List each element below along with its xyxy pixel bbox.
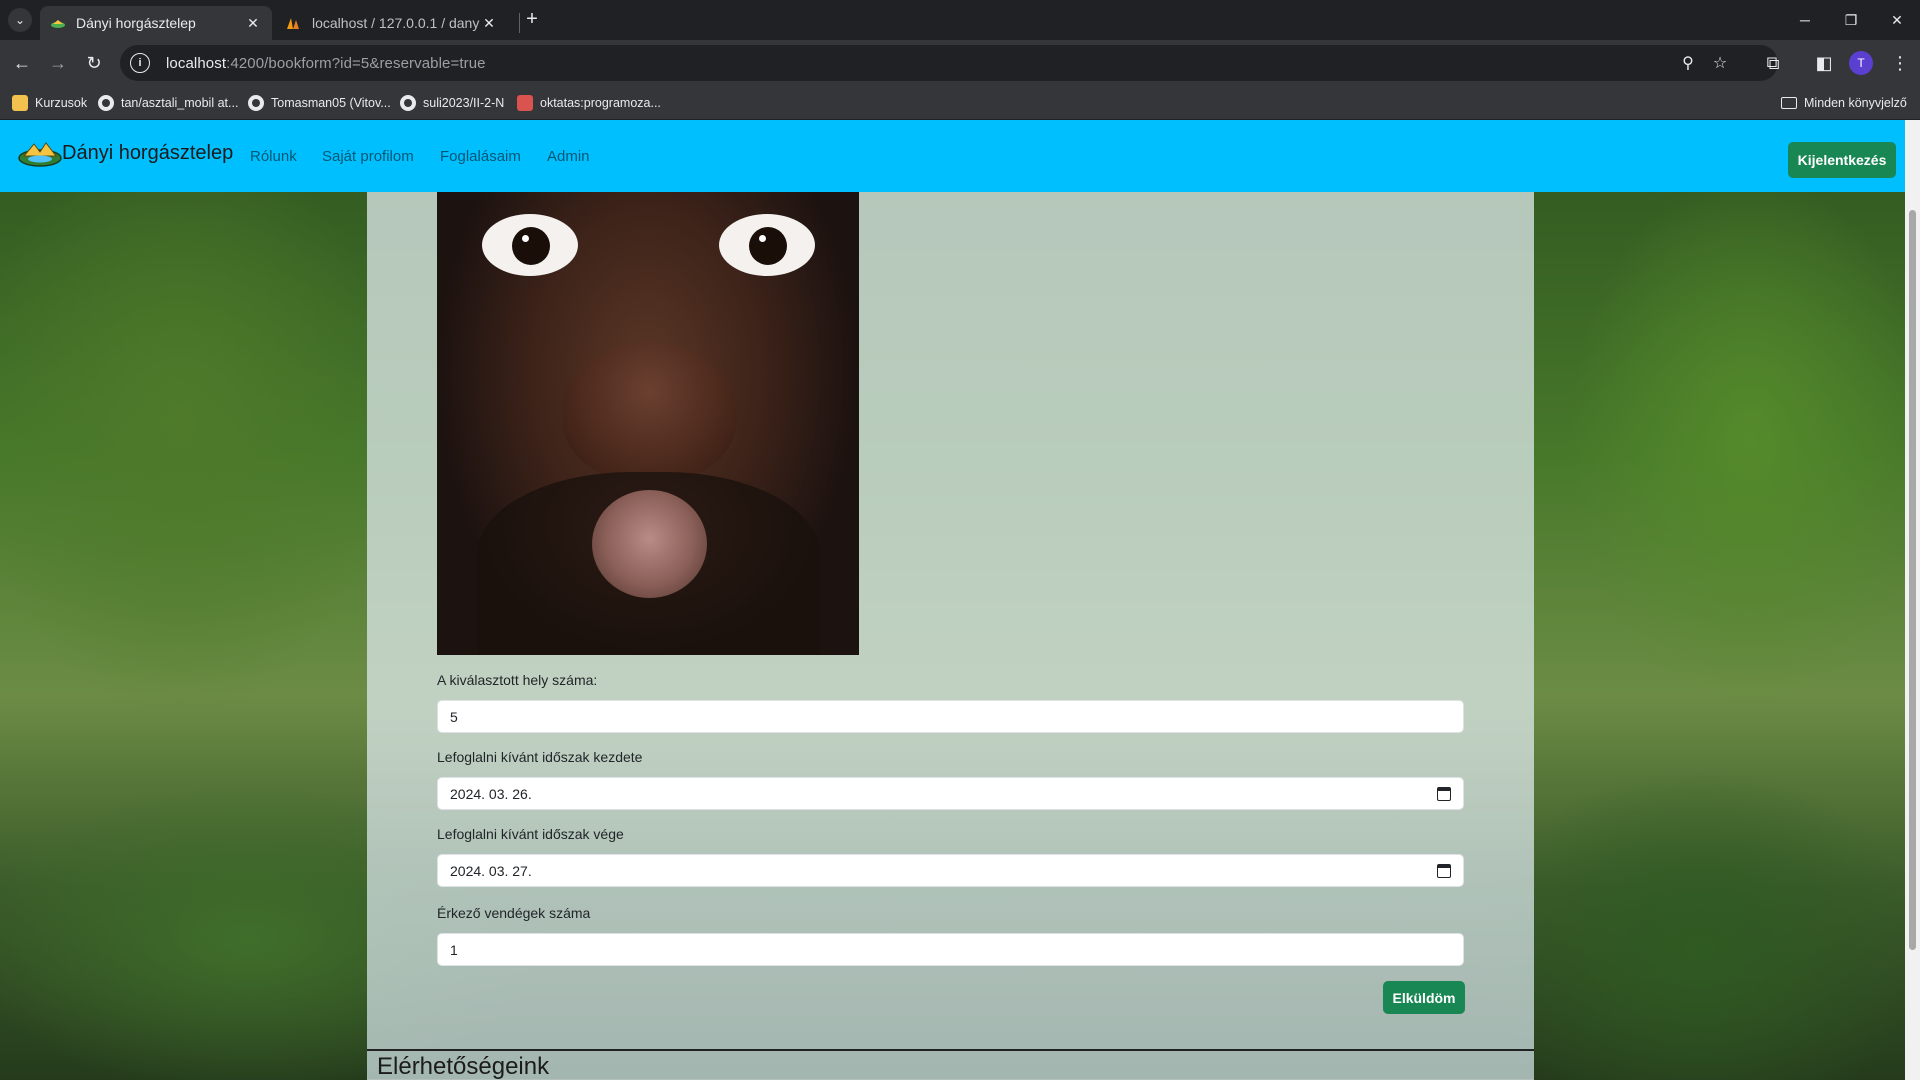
- minimize-icon[interactable]: ─: [1782, 0, 1828, 40]
- photo-eye-right: [719, 214, 815, 276]
- extensions-icon[interactable]: ⧉: [1759, 49, 1787, 77]
- place-number-input[interactable]: 5: [437, 700, 1464, 733]
- tab-phpmyadmin[interactable]: localhost / 127.0.0.1 / danyito / ✕: [276, 6, 508, 40]
- nav-link-rolunk[interactable]: Rólunk: [250, 148, 297, 165]
- profile-avatar[interactable]: T: [1849, 51, 1873, 75]
- browser-tab-bar: ⌄ Dányi horgásztelep ✕ localhost / 127.0…: [0, 0, 1920, 40]
- nav-link-admin[interactable]: Admin: [547, 148, 590, 165]
- github-icon: [248, 95, 264, 111]
- bookmark-label: Kurzusok: [35, 96, 88, 110]
- close-window-icon[interactable]: ✕: [1874, 0, 1920, 40]
- start-date-value: 2024. 03. 26.: [450, 785, 532, 802]
- address-bar[interactable]: i localhost:4200/bookform?id=5&reservabl…: [120, 45, 1778, 81]
- place-number-value: 5: [450, 708, 458, 725]
- tab-title: Dányi horgásztelep: [76, 15, 196, 31]
- contact-heading: Elérhetőségeink: [377, 1053, 550, 1080]
- bookmark-github-2[interactable]: Tomasman05 (Vitov...: [248, 92, 391, 114]
- brand-name: Dányi horgásztelep: [62, 141, 234, 164]
- side-panel-icon[interactable]: ◧: [1810, 49, 1838, 77]
- menu-kebab-icon[interactable]: ⋮: [1886, 49, 1914, 77]
- end-date-input[interactable]: 2024. 03. 27.: [437, 854, 1464, 887]
- bookmark-github-1[interactable]: tan/asztali_mobil at...: [98, 92, 238, 114]
- close-tab-icon[interactable]: ✕: [244, 15, 262, 32]
- bookmark-star-icon[interactable]: ☆: [1710, 53, 1730, 73]
- page-viewport: Dányi horgásztelep Rólunk Saját profilom…: [0, 120, 1905, 1080]
- fish-favicon-icon: [51, 20, 65, 28]
- photo-lips: [592, 490, 707, 598]
- zoom-icon[interactable]: ⚲: [1678, 53, 1698, 73]
- place-number-label: A kiválasztott hely száma:: [437, 672, 598, 688]
- guests-label: Érkező vendégek száma: [437, 905, 591, 921]
- reload-icon[interactable]: ↻: [80, 49, 108, 77]
- tab-title: localhost / 127.0.0.1 / danyito /: [312, 15, 480, 31]
- url-text[interactable]: localhost:4200/bookform?id=5&reservable=…: [166, 55, 486, 72]
- new-tab-icon[interactable]: +: [520, 8, 544, 32]
- bookmark-github-3[interactable]: suli2023/II-2-N: [400, 92, 504, 114]
- github-icon: [400, 95, 416, 111]
- bookmark-kurzusok[interactable]: Kurzusok: [12, 92, 87, 114]
- bookmark-oktatas[interactable]: oktatas:programoza...: [517, 92, 661, 114]
- start-date-label: Lefoglalni kívánt időszak kezdete: [437, 749, 643, 765]
- fishing-spot-photo: [437, 192, 859, 655]
- restore-icon[interactable]: ❐: [1828, 0, 1874, 40]
- footer-divider: [367, 1049, 1534, 1051]
- guests-value: 1: [450, 941, 458, 958]
- scrollbar-thumb[interactable]: [1909, 210, 1916, 950]
- phpmyadmin-favicon-icon: [287, 18, 299, 29]
- folder-icon: [1781, 97, 1797, 109]
- tab-danyi[interactable]: Dányi horgásztelep ✕: [40, 6, 272, 40]
- site-navbar: Dányi horgásztelep Rólunk Saját profilom…: [0, 120, 1905, 192]
- logout-button[interactable]: Kijelentkezés: [1788, 142, 1896, 178]
- photo-nose: [562, 342, 737, 482]
- brand-link[interactable]: Dányi horgásztelep: [18, 138, 233, 168]
- back-icon[interactable]: ←: [8, 49, 36, 77]
- nav-link-bookings[interactable]: Foglalásaim: [440, 148, 521, 165]
- end-date-value: 2024. 03. 27.: [450, 862, 532, 879]
- bookmark-label: Tomasman05 (Vitov...: [271, 96, 391, 110]
- fishing-logo-icon: [18, 142, 62, 167]
- github-icon: [98, 95, 114, 111]
- kurzusok-icon: [12, 95, 28, 111]
- all-bookmarks[interactable]: Minden könyvjelző: [1781, 92, 1907, 114]
- submit-button[interactable]: Elküldöm: [1383, 981, 1465, 1014]
- forward-icon[interactable]: →: [44, 49, 72, 77]
- bookmark-label: oktatas:programoza...: [540, 96, 661, 110]
- bookmarks-bar: Kurzusok tan/asztali_mobil at... Tomasma…: [0, 86, 1920, 120]
- all-bookmarks-label: Minden könyvjelző: [1804, 96, 1907, 110]
- booking-panel: A kiválasztott hely száma: 5 Lefoglalni …: [367, 192, 1534, 1080]
- nav-link-profile[interactable]: Saját profilom: [322, 148, 414, 165]
- close-tab-icon[interactable]: ✕: [480, 15, 498, 32]
- oktatas-icon: [517, 95, 533, 111]
- browser-toolbar: ← → ↻ i localhost:4200/bookform?id=5&res…: [0, 40, 1920, 86]
- calendar-icon[interactable]: [1437, 864, 1451, 878]
- calendar-icon[interactable]: [1437, 787, 1451, 801]
- page-scrollbar[interactable]: [1905, 120, 1920, 1080]
- start-date-input[interactable]: 2024. 03. 26.: [437, 777, 1464, 810]
- bookmark-label: tan/asztali_mobil at...: [121, 96, 239, 110]
- photo-eye-left: [482, 214, 578, 276]
- end-date-label: Lefoglalni kívánt időszak vége: [437, 826, 624, 842]
- tab-search-icon[interactable]: ⌄: [8, 8, 32, 32]
- bookmark-label: suli2023/II-2-N: [423, 96, 505, 110]
- guests-input[interactable]: 1: [437, 933, 1464, 966]
- site-info-icon[interactable]: i: [130, 53, 150, 73]
